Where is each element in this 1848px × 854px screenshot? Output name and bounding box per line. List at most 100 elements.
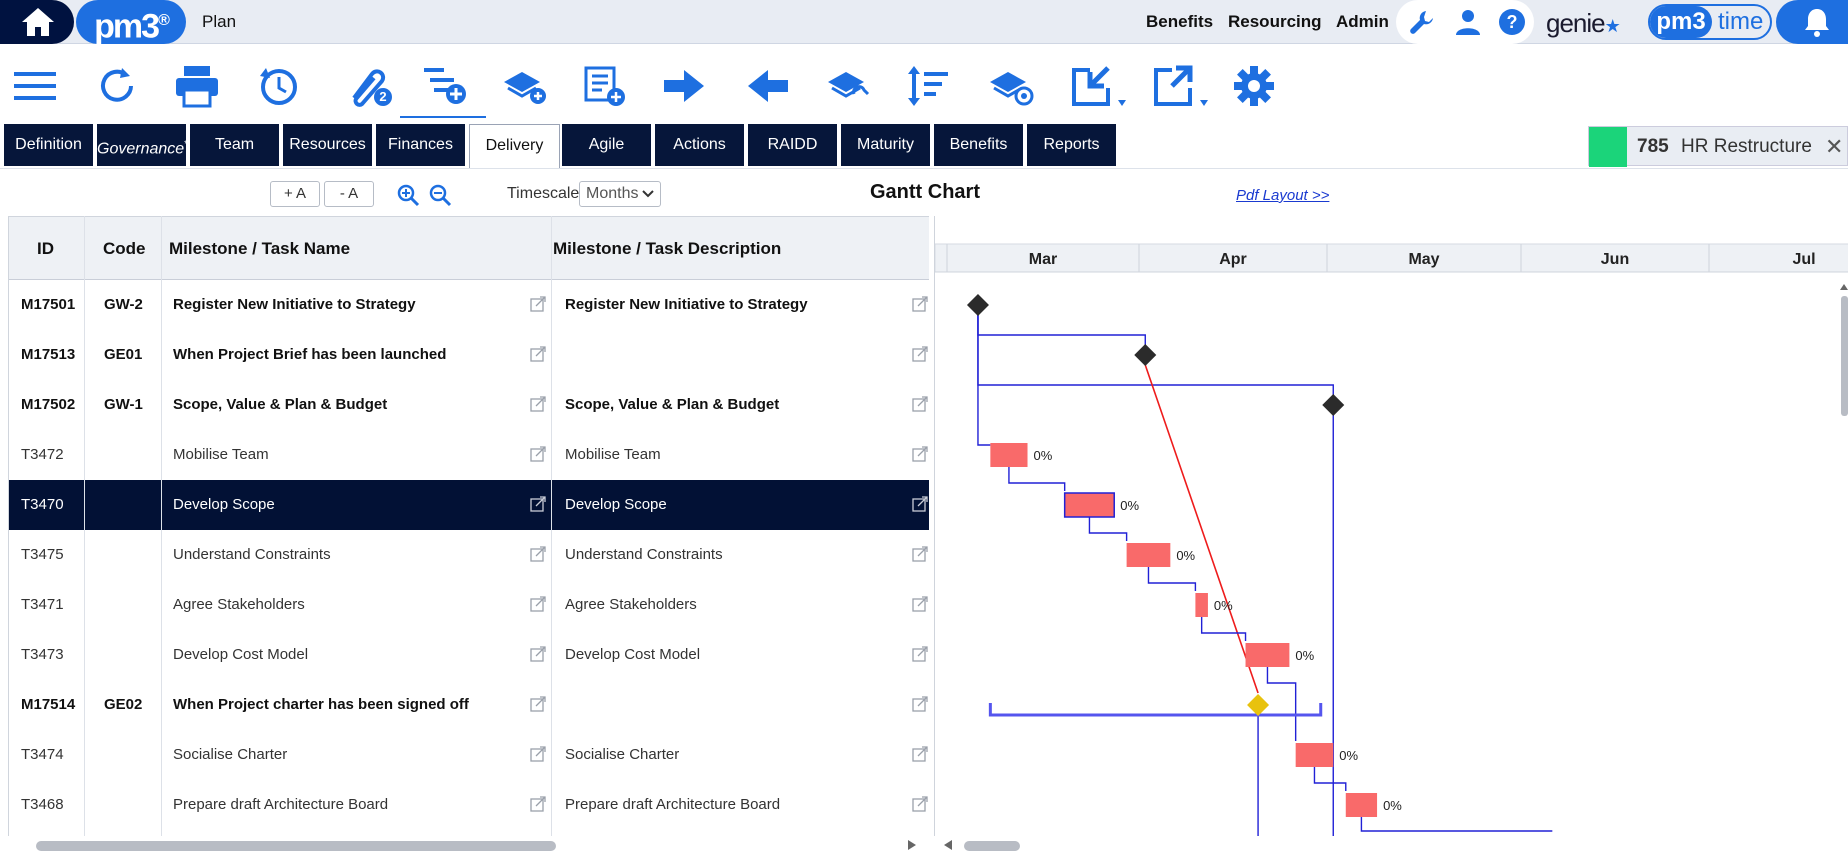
task-bar[interactable]: [1063, 492, 1115, 518]
row-name[interactable]: Mobilise Team: [173, 446, 269, 463]
row-description[interactable]: Agree Stakeholders: [565, 596, 697, 613]
menu-icon[interactable]: [12, 64, 62, 108]
row-name[interactable]: When Project Brief has been launched: [173, 346, 446, 363]
task-bar[interactable]: [1126, 543, 1171, 567]
row-name[interactable]: Develop Scope: [173, 496, 275, 513]
tab-actions[interactable]: Actions: [655, 124, 746, 166]
row-name[interactable]: Register New Initiative to Strategy: [173, 296, 416, 313]
genie-logo[interactable]: genie★: [1546, 8, 1621, 39]
table-row[interactable]: T3468 Prepare draft Architecture Board Pre…: [9, 780, 929, 830]
row-description[interactable]: Understand Constraints: [565, 546, 723, 563]
milestone-marker[interactable]: [1134, 344, 1157, 366]
edit-description-icon[interactable]: [912, 446, 928, 462]
edit-name-icon[interactable]: [530, 496, 546, 512]
task-bar[interactable]: [990, 443, 1028, 467]
row-name[interactable]: Agree Stakeholders: [173, 596, 305, 613]
row-name[interactable]: Prepare draft Architecture Board: [173, 796, 388, 813]
column-header-id[interactable]: ID: [37, 239, 54, 259]
tab-delivery[interactable]: Delivery: [469, 124, 560, 168]
zoom-out-icon[interactable]: [428, 183, 452, 207]
history-icon[interactable]: [254, 64, 304, 108]
row-description[interactable]: Scope, Value & Plan & Budget: [565, 396, 779, 413]
close-project-icon[interactable]: ✕: [1825, 134, 1843, 160]
column-header-name[interactable]: Milestone / Task Name: [169, 239, 350, 259]
row-name[interactable]: When Project charter has been signed off: [173, 696, 469, 713]
wrench-icon[interactable]: [1408, 8, 1436, 36]
scroll-left-icon[interactable]: [942, 839, 954, 851]
table-row[interactable]: T3472 Mobilise Team Mobilise Team: [9, 430, 929, 480]
font-decrease-button[interactable]: - A: [324, 181, 374, 207]
view-milestone-icon[interactable]: [986, 64, 1036, 108]
edit-description-icon[interactable]: [912, 696, 928, 712]
user-icon[interactable]: [1454, 8, 1482, 36]
row-name[interactable]: Understand Constraints: [173, 546, 331, 563]
task-bar[interactable]: [1345, 793, 1378, 817]
grid-horizontal-scrollbar[interactable]: [8, 836, 929, 854]
outdent-left-icon[interactable]: [742, 64, 792, 108]
row-name[interactable]: Scope, Value & Plan & Budget: [173, 396, 387, 413]
edit-description-icon[interactable]: [912, 646, 928, 662]
table-row[interactable]: M17502 GW-1 Scope, Value & Plan & Budget Sc…: [9, 380, 929, 430]
pdf-layout-link[interactable]: Pdf Layout >>: [1236, 187, 1329, 204]
nav-benefits[interactable]: Benefits: [1146, 12, 1213, 32]
row-description[interactable]: Prepare draft Architecture Board: [565, 796, 780, 813]
gantt-vertical-scroll-thumb[interactable]: [1841, 296, 1848, 416]
edit-name-icon[interactable]: [530, 296, 546, 312]
edit-name-icon[interactable]: [530, 796, 546, 812]
attachment-button[interactable]: 2: [340, 64, 392, 108]
edit-name-icon[interactable]: [530, 546, 546, 562]
tab-maturity[interactable]: Maturity: [841, 124, 932, 166]
task-bar[interactable]: [1295, 743, 1334, 767]
tab-agile[interactable]: Agile: [562, 124, 653, 166]
row-description[interactable]: Register New Initiative to Strategy: [565, 296, 808, 313]
import-button[interactable]: [1068, 64, 1128, 108]
tab-definition[interactable]: Definition: [4, 124, 95, 166]
edit-description-icon[interactable]: [912, 496, 928, 512]
tab-governance[interactable]: Governance*: [97, 124, 188, 166]
help-icon[interactable]: ?: [1498, 8, 1526, 36]
row-description[interactable]: Develop Scope: [565, 496, 667, 513]
edit-name-icon[interactable]: [530, 746, 546, 762]
print-icon[interactable]: [172, 64, 222, 108]
column-header-code[interactable]: Code: [103, 239, 146, 259]
pm3time-logo[interactable]: pm3 time: [1648, 4, 1772, 40]
row-name[interactable]: Socialise Charter: [173, 746, 287, 763]
settings-icon[interactable]: [1232, 64, 1282, 108]
nav-admin[interactable]: Admin: [1336, 12, 1389, 32]
edit-name-icon[interactable]: [530, 696, 546, 712]
add-note-icon[interactable]: [580, 64, 630, 108]
indent-right-icon[interactable]: [660, 64, 710, 108]
tab-benefits[interactable]: Benefits: [934, 124, 1025, 166]
edit-name-icon[interactable]: [530, 646, 546, 662]
table-row[interactable]: M17514 GE02 When Project charter has been …: [9, 680, 929, 730]
export-button[interactable]: [1150, 64, 1210, 108]
tab-reports[interactable]: Reports: [1027, 124, 1118, 166]
edit-description-icon[interactable]: [912, 346, 928, 362]
table-row[interactable]: T3475 Understand Constraints Understand Co…: [9, 530, 929, 580]
edit-name-icon[interactable]: [530, 346, 546, 362]
table-row[interactable]: T3470 Develop Scope Develop Scope: [9, 480, 929, 530]
table-row[interactable]: M17513 GE01 When Project Brief has been la…: [9, 330, 929, 380]
grid-scroll-thumb[interactable]: [36, 841, 556, 851]
edit-name-icon[interactable]: [530, 446, 546, 462]
link-milestone-icon[interactable]: [824, 64, 874, 108]
row-description[interactable]: Develop Cost Model: [565, 646, 700, 663]
task-bar[interactable]: [1245, 643, 1290, 667]
table-row[interactable]: T3471 Agree Stakeholders Agree Stakeholder…: [9, 580, 929, 630]
edit-description-icon[interactable]: [912, 796, 928, 812]
milestone-marker[interactable]: [966, 294, 989, 316]
zoom-in-icon[interactable]: [396, 183, 420, 207]
row-description[interactable]: Socialise Charter: [565, 746, 679, 763]
table-row[interactable]: T3473 Develop Cost Model Develop Cost Mode…: [9, 630, 929, 680]
milestone-marker[interactable]: [1322, 394, 1345, 416]
edit-name-icon[interactable]: [530, 396, 546, 412]
tab-raidd[interactable]: RAIDD: [748, 124, 839, 166]
edit-description-icon[interactable]: [912, 746, 928, 762]
pm3-logo[interactable]: pm3®: [76, 0, 186, 45]
edit-description-icon[interactable]: [912, 596, 928, 612]
table-row[interactable]: M17501 GW-2 Register New Initiative to Str…: [9, 280, 929, 330]
nav-resourcing[interactable]: Resourcing: [1228, 12, 1322, 32]
gantt-horizontal-scrollbar[interactable]: [934, 836, 1848, 854]
refresh-icon[interactable]: [94, 64, 144, 108]
notifications-button[interactable]: [1776, 0, 1848, 44]
